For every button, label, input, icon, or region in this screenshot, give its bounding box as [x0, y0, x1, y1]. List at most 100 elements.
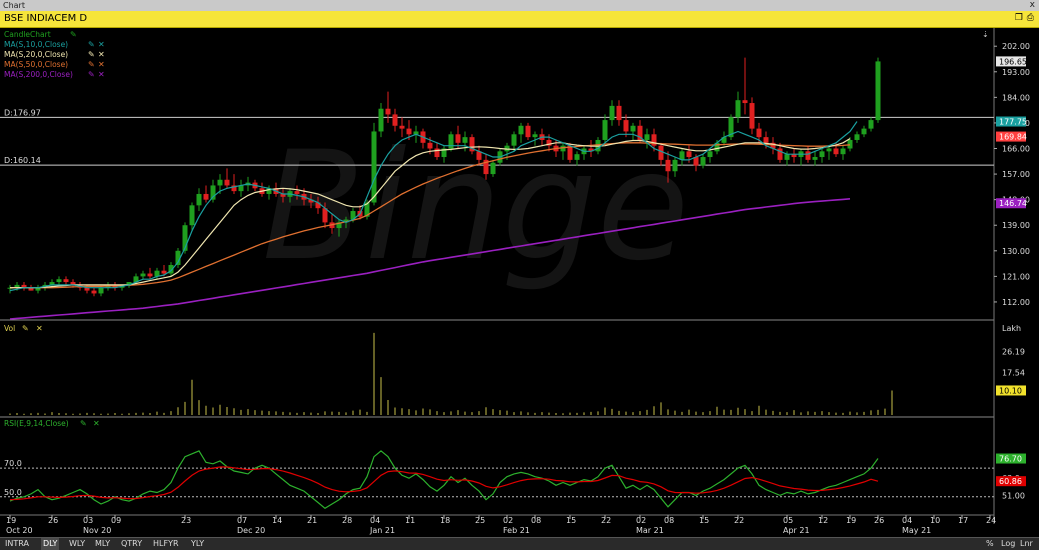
legend-remove-icon: ✕	[98, 70, 105, 79]
price-label: 169.84	[999, 133, 1027, 142]
candle	[161, 270, 167, 274]
candle	[644, 134, 650, 140]
scale-toggle-lnr[interactable]: Lnr	[1020, 538, 1033, 550]
candle	[511, 134, 517, 146]
legend-edit-icon: ✎	[80, 419, 87, 428]
candle	[861, 128, 867, 135]
candle	[525, 125, 531, 138]
x-month-label: Nov 20	[83, 526, 111, 535]
candle	[812, 157, 818, 160]
x-tick-label: 26	[874, 516, 884, 525]
candle	[56, 279, 62, 283]
timeframe-tab-yly[interactable]: YLY	[189, 538, 206, 550]
timeframe-tab-hlfyr[interactable]: HLFYR	[151, 538, 181, 550]
scale-toggle-log[interactable]: Log	[1001, 538, 1015, 550]
chart-title: BSE INDIACEM D	[4, 13, 88, 24]
candle	[602, 120, 608, 140]
x-tick-label: 04	[370, 516, 380, 525]
candle	[707, 151, 713, 158]
y-tick-label: 130.00	[1002, 247, 1030, 256]
reference-label: D:176.97	[4, 108, 41, 117]
rsi-level-label: 70.0	[4, 459, 22, 468]
chart-canvas[interactable]: Binge D:176.97 D:160.14 202.00 193.00 184.00 1…	[0, 28, 1039, 537]
x-month-label: Jan 21	[369, 526, 395, 535]
legend-edit-icon: ✎	[88, 50, 95, 59]
x-tick-label: 11	[405, 516, 415, 525]
y-tick-label: 202.00	[1002, 42, 1030, 51]
reference-label: D:160.14	[4, 156, 41, 165]
timeframe-tab-mly[interactable]: MLY	[93, 538, 112, 550]
candle	[189, 205, 195, 226]
candle	[749, 103, 755, 129]
candle	[455, 134, 461, 143]
y-tick-label: 157.00	[1002, 170, 1030, 179]
legend-edit-icon: ✎	[70, 30, 77, 39]
timeframe-tab-intra[interactable]: INTRA	[3, 538, 31, 550]
x-tick-label: 18	[440, 516, 450, 525]
y-tick-label: 166.00	[1002, 145, 1030, 154]
x-month-label: May 21	[902, 526, 931, 535]
timeframe-tab-qtry[interactable]: QTRY	[119, 538, 144, 550]
x-tick-label: 21	[307, 516, 317, 525]
x-tick-label: 26	[48, 516, 58, 525]
y-tick-label: 121.00	[1002, 272, 1030, 281]
legend-remove-icon: ✕	[98, 40, 105, 49]
y-tick-label: 139.00	[1002, 221, 1030, 230]
price-label: 60.86	[999, 477, 1022, 486]
x-month-label: Mar 21	[636, 526, 664, 535]
x-tick-label: 24	[986, 516, 996, 525]
candle	[742, 100, 748, 104]
rsi-level-label: 50.0	[4, 488, 22, 497]
x-tick-label: 22	[601, 516, 611, 525]
candle	[448, 134, 454, 149]
x-tick-label: 12	[818, 516, 828, 525]
rsi-line	[9, 450, 879, 510]
legend-edit-icon: ✎	[22, 324, 29, 333]
print-icon[interactable]: ⎙	[1027, 13, 1034, 23]
x-month-label: Feb 21	[503, 526, 530, 535]
candle	[98, 287, 104, 294]
x-tick-label: 17	[958, 516, 968, 525]
x-tick-label: 28	[342, 516, 352, 525]
candle	[490, 162, 496, 175]
x-tick-label: 14	[272, 516, 282, 525]
x-tick-label: 19	[6, 516, 16, 525]
candle	[217, 179, 223, 186]
legend-edit-icon: ✎	[88, 60, 95, 69]
y-tick-label: 184.00	[1002, 93, 1030, 102]
x-month-label: Dec 20	[237, 526, 265, 535]
restore-icon[interactable]: ❐	[1015, 13, 1023, 23]
legend-remove-icon: ✕	[98, 50, 105, 59]
candle	[518, 125, 524, 135]
candle	[833, 148, 839, 155]
timeframe-tab-dly[interactable]: DLY	[41, 538, 60, 550]
candle	[868, 120, 874, 129]
legend-edit-icon: ✎	[88, 40, 95, 49]
rsi_signal-line	[9, 466, 879, 501]
legend-entry: MA(S,20,0,Close)	[4, 50, 68, 59]
candle	[392, 114, 398, 126]
x-month-label: Apr 21	[783, 526, 810, 535]
price-label: 146.74	[999, 199, 1027, 208]
candle	[224, 179, 230, 186]
legend-entry: MA(S,50,0,Close)	[4, 60, 68, 69]
x-tick-label: 08	[664, 516, 674, 525]
candle	[875, 61, 881, 121]
candle	[623, 120, 629, 132]
x-tick-label: 05	[783, 516, 793, 525]
legend-edit-icon: ✎	[88, 70, 95, 79]
y-tick-label: 26.19	[1002, 347, 1025, 356]
scale-toggle-percent[interactable]: %	[986, 538, 994, 550]
pane-menu-icon: ⇣	[982, 30, 989, 39]
candle	[385, 108, 391, 115]
candle	[735, 100, 741, 118]
candle	[462, 137, 468, 143]
candle	[847, 139, 853, 149]
candle	[406, 128, 412, 135]
candle	[609, 105, 615, 121]
candle	[147, 273, 153, 277]
watermark: Binge	[262, 120, 689, 294]
timeframe-tab-wly[interactable]: WLY	[67, 538, 87, 550]
price-label: 196.65	[999, 57, 1027, 66]
close-icon[interactable]: x	[1030, 0, 1035, 11]
